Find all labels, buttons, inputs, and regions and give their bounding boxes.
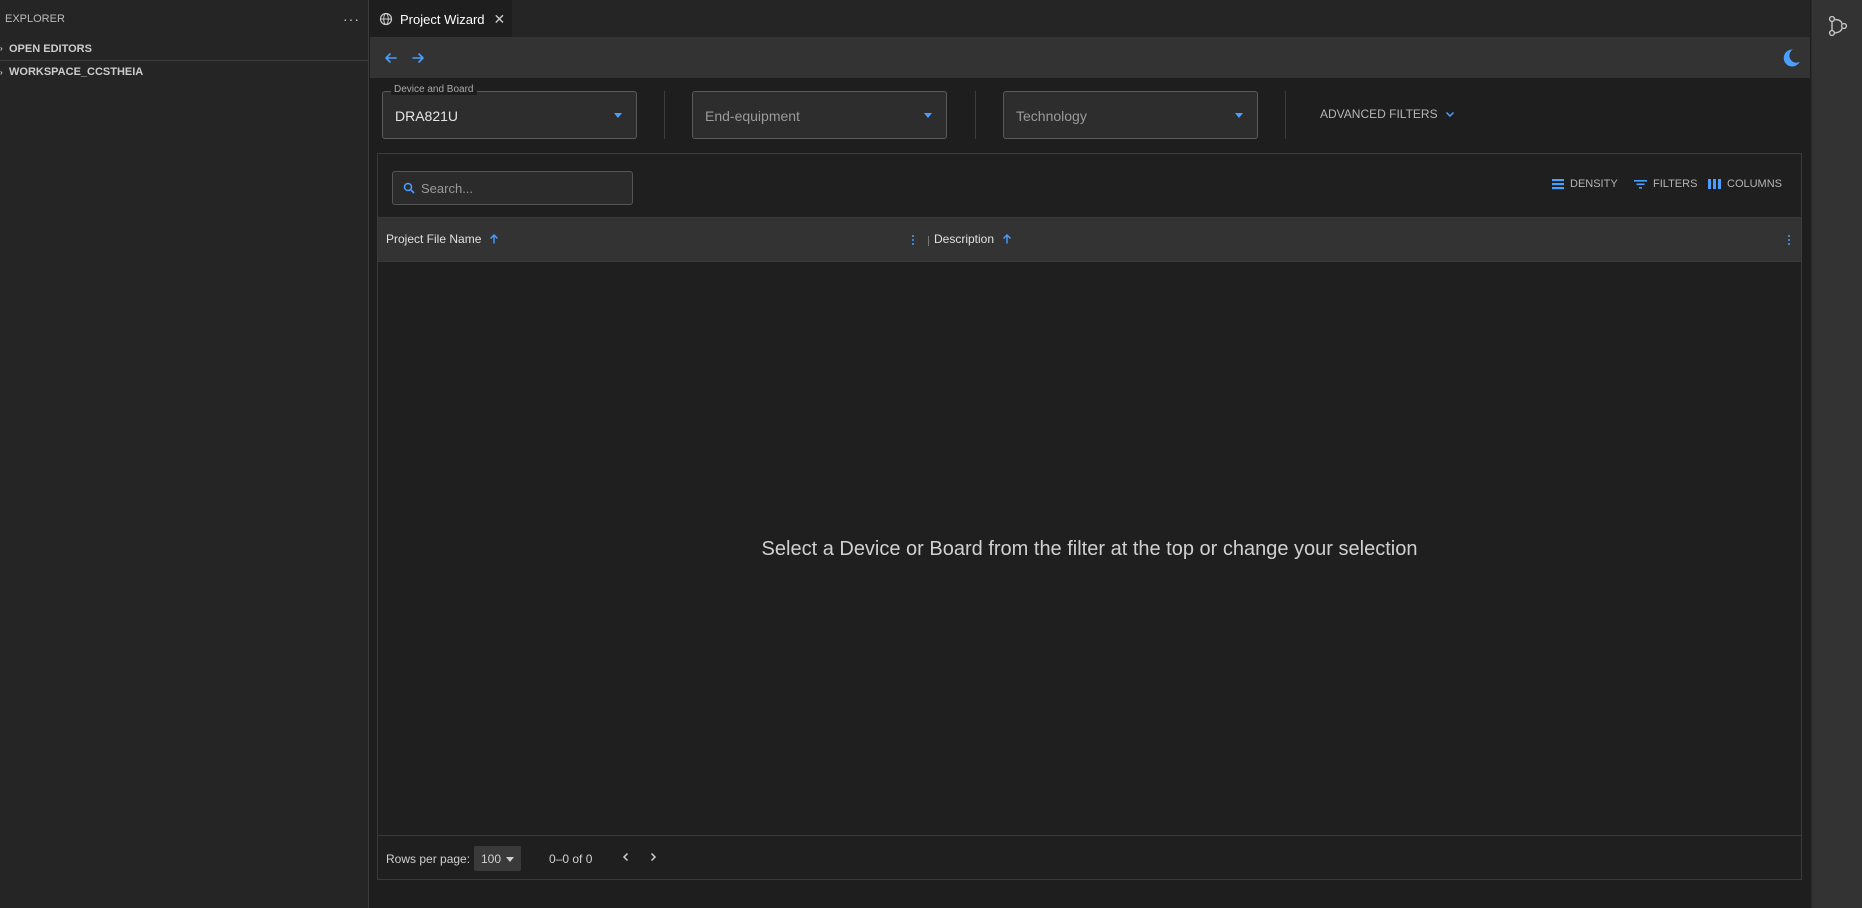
sort-arrow-up-icon[interactable] (1001, 233, 1013, 245)
explorer-header: EXPLORER ··· (0, 0, 368, 37)
search-box[interactable] (392, 171, 633, 205)
more-actions-icon[interactable]: ··· (343, 11, 360, 27)
filter-divider (1285, 91, 1286, 139)
close-icon[interactable]: ✕ (494, 11, 506, 28)
grid-footer: Rows per page: 100 0–0 of 0 (378, 835, 1801, 879)
section-workspace[interactable]: › WORKSPACE_CCSTHEIA (0, 60, 368, 83)
columns-label: COLUMNS (1727, 178, 1783, 190)
filter-divider (975, 91, 976, 139)
explorer-sidebar: EXPLORER ··· › OPEN EDITORS › WORKSPACE_… (0, 0, 369, 908)
arrow-left-icon[interactable] (382, 49, 400, 67)
section-label: WORKSPACE_CCSTHEIA (9, 66, 144, 78)
explorer-title: EXPLORER (5, 12, 65, 25)
sort-arrow-up-icon[interactable] (488, 233, 500, 245)
activity-bar (1811, 0, 1862, 908)
chevron-right-icon: › (0, 67, 3, 77)
git-graph-icon[interactable] (1825, 13, 1851, 39)
advanced-filters-button[interactable]: ADVANCED FILTERS (1320, 107, 1456, 121)
rows-per-page-select[interactable]: 100 (474, 846, 521, 871)
end-equipment-select[interactable]: End-equipment (692, 91, 947, 139)
device-board-value: DRA821U (395, 108, 459, 124)
filter-icon (1634, 180, 1647, 189)
empty-state-message: Select a Device or Board from the filter… (761, 537, 1418, 560)
end-equipment-placeholder: End-equipment (705, 108, 800, 124)
caret-down-icon (506, 857, 514, 862)
density-label: DENSITY (1570, 178, 1618, 190)
search-input[interactable] (421, 180, 621, 196)
search-icon (403, 182, 415, 194)
density-icon (1552, 179, 1564, 190)
column-label: Project File Name (386, 232, 482, 246)
chevron-down-icon (1445, 111, 1454, 118)
section-label: OPEN EDITORS (9, 42, 92, 55)
caret-down-icon (1235, 113, 1243, 118)
filter-divider (664, 91, 665, 139)
tab-label: Project Wizard (400, 11, 485, 27)
column-header-description[interactable]: Description (934, 232, 1013, 246)
globe-icon (379, 12, 393, 26)
technology-select[interactable]: Technology (1003, 91, 1258, 139)
grid-header-row: Project File Name Description (378, 217, 1801, 262)
section-open-editors[interactable]: › OPEN EDITORS (0, 37, 368, 60)
moon-icon[interactable] (1780, 47, 1802, 69)
device-board-select[interactable]: Device and Board DRA821U (382, 84, 637, 139)
column-header-project-file-name[interactable]: Project File Name (386, 232, 500, 246)
filters-button[interactable]: FILTERS (1634, 178, 1697, 190)
columns-button[interactable]: COLUMNS (1708, 178, 1782, 190)
density-button[interactable]: DENSITY (1552, 178, 1618, 190)
column-menu-icon[interactable] (1782, 231, 1796, 249)
column-label: Description (934, 232, 995, 246)
pagination-range: 0–0 of 0 (549, 852, 593, 866)
chevron-right-icon[interactable] (646, 850, 660, 864)
caret-down-icon (924, 113, 932, 118)
filters-label: FILTERS (1653, 178, 1698, 190)
project-data-grid: DENSITY FILTERS COLUMNS Project File Nam… (377, 153, 1802, 880)
chevron-left-icon[interactable] (619, 850, 633, 864)
arrow-right-icon[interactable] (409, 49, 427, 67)
editor-tab-bar: Project Wizard ✕ (370, 0, 1810, 37)
column-separator[interactable] (928, 236, 929, 246)
wizard-toolbar (370, 37, 1810, 78)
column-menu-icon[interactable] (906, 231, 920, 249)
columns-icon (1708, 179, 1721, 189)
rows-per-page-label: Rows per page: (386, 852, 471, 866)
technology-placeholder: Technology (1016, 108, 1087, 124)
tab-project-wizard[interactable]: Project Wizard ✕ (370, 0, 512, 37)
device-board-legend: Device and Board (391, 84, 477, 95)
chevron-right-icon: › (0, 44, 3, 53)
rows-per-page-value: 100 (481, 852, 502, 866)
caret-down-icon (614, 113, 622, 118)
advanced-filters-label: ADVANCED FILTERS (1320, 107, 1438, 121)
